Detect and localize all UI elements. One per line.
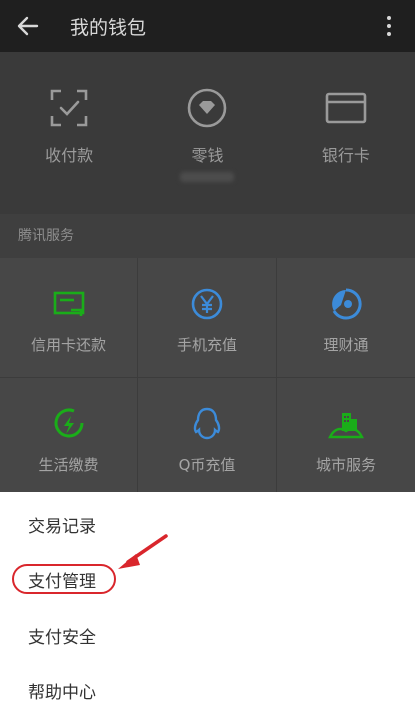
service-wealth-management[interactable]: 理财通 [277,258,415,378]
popup-menu: 交易记录 支付管理 支付安全 帮助中心 [0,492,415,714]
credit-card-icon [51,286,87,322]
more-options-button[interactable] [377,12,401,40]
services-grid: 信用卡还款 手机充值 理财通 生活缴费 Q币充值 城市服务 [0,258,415,498]
city-buildings-icon [328,406,364,442]
service-q-coin-topup[interactable]: Q币充值 [138,378,277,498]
coin-diamond-icon [185,86,229,130]
service-credit-card-repayment[interactable]: 信用卡还款 [0,258,138,378]
service-utility-bills[interactable]: 生活缴费 [0,378,138,498]
more-vertical-icon-dot [387,32,391,36]
yen-coin-icon [189,286,225,322]
wallet-item-bank-card[interactable]: 银行卡 [277,52,415,214]
service-label: 生活缴费 [38,456,99,474]
wallet-screen: 我的钱包 收付款 零钱 银行卡 腾讯服务 信用卡还款 手机充值 理财通 生活缴费… [0,0,415,714]
service-label: 理财通 [323,336,369,354]
wealth-circle-icon [328,286,364,322]
blurred-balance [180,172,235,182]
menu-item-help-center[interactable]: 帮助中心 [28,678,96,703]
service-city-services[interactable]: 城市服务 [277,378,415,498]
wallet-item-change[interactable]: 零钱 [138,52,276,214]
service-label: 城市服务 [315,456,376,474]
app-bar: 我的钱包 [0,0,415,52]
arrow-left-icon [17,16,39,36]
qq-penguin-icon [189,406,225,442]
scan-frame-icon [47,86,91,130]
service-mobile-topup[interactable]: 手机充值 [138,258,277,378]
wallet-item-pay[interactable]: 收付款 [0,52,138,214]
menu-item-payment-security[interactable]: 支付安全 [28,623,96,648]
more-vertical-icon [387,16,391,20]
wallet-label: 银行卡 [321,146,370,165]
back-button[interactable] [2,0,54,52]
service-label: 手机充值 [176,336,237,354]
bank-card-icon [324,86,368,130]
wallet-label: 零钱 [191,146,224,165]
lightning-icon [51,406,87,442]
highlight-circle [12,564,116,594]
menu-item-transaction-records[interactable]: 交易记录 [28,512,96,537]
service-label: 信用卡还款 [30,336,106,354]
wallet-label: 收付款 [45,146,94,165]
service-label: Q币充值 [178,456,236,474]
red-arrow-icon [118,534,168,569]
more-vertical-icon-dot [387,24,391,28]
page-title: 我的钱包 [70,16,147,39]
wallet-header: 收付款 零钱 银行卡 [0,52,415,214]
section-title: 腾讯服务 [0,214,415,258]
